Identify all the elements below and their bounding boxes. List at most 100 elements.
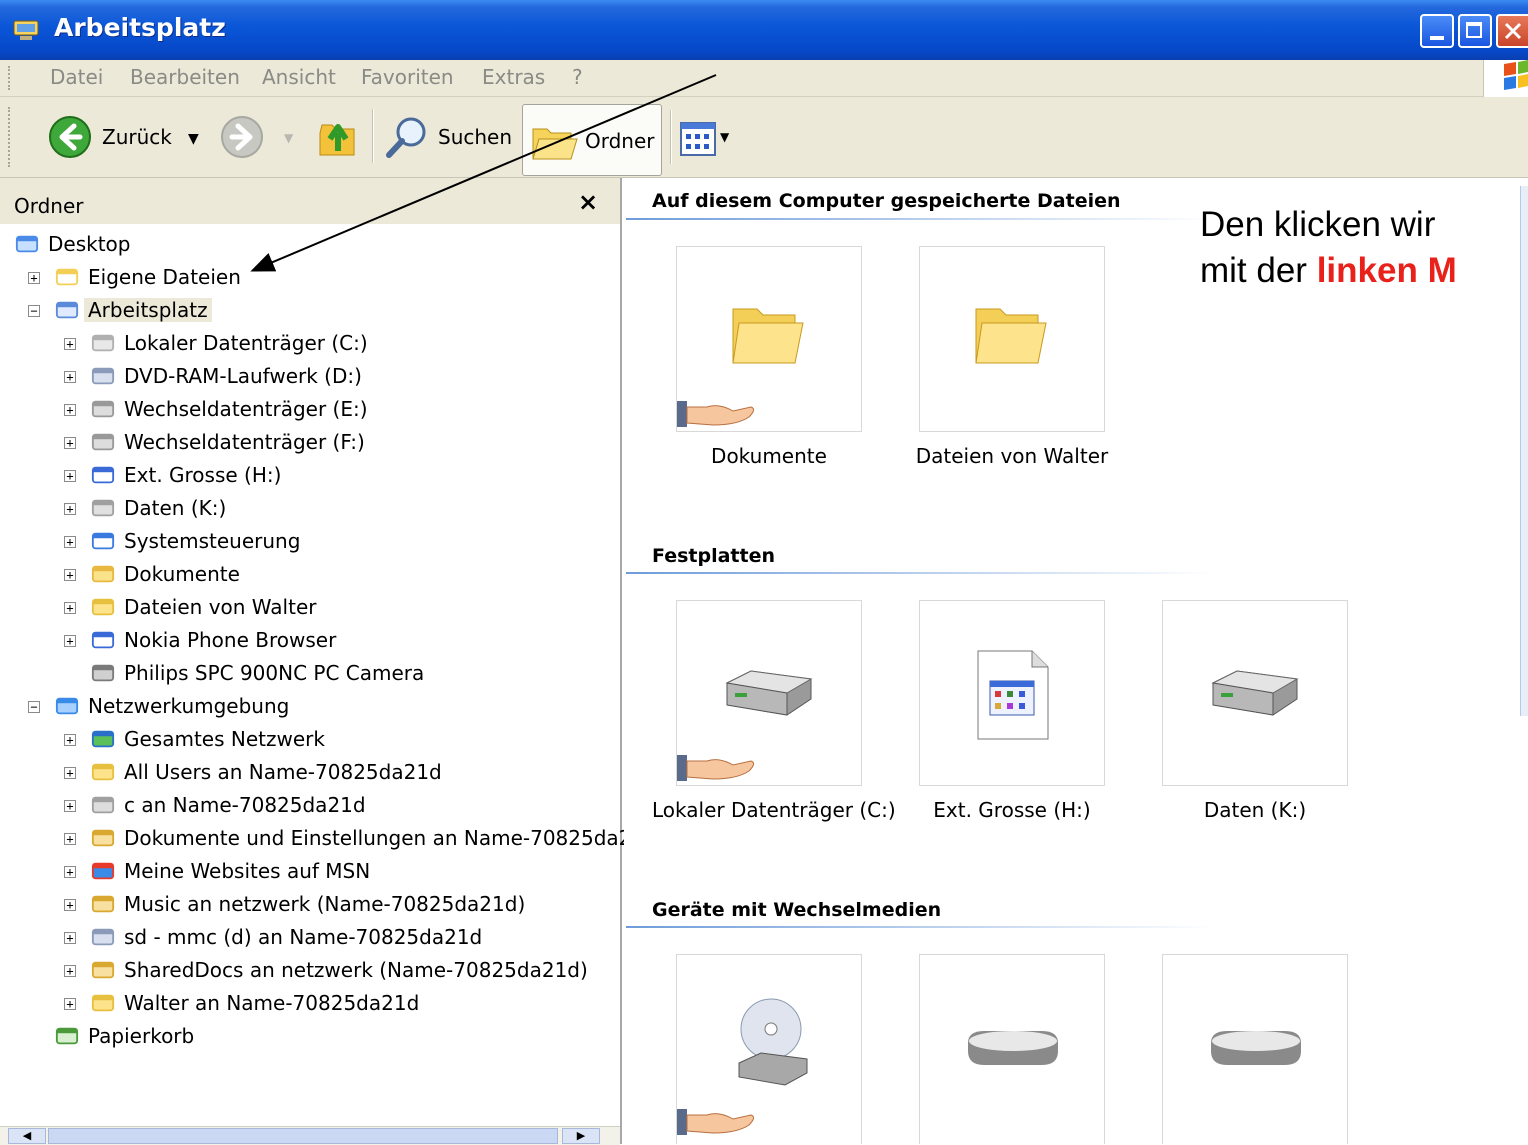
collapse-icon[interactable]: − (28, 305, 40, 317)
expand-icon[interactable]: + (64, 503, 76, 515)
tree-item[interactable]: + Dateien von Walter (0, 593, 620, 623)
tree-item[interactable]: + Wechseldatenträger (E:) (0, 395, 620, 425)
forward-dropdown-icon[interactable]: ▼ (284, 131, 293, 145)
folder-icon (91, 994, 115, 1012)
search-button[interactable]: Suchen (384, 113, 514, 163)
expand-icon[interactable]: + (64, 833, 76, 845)
tile-daten-k[interactable] (1162, 600, 1348, 786)
menu-help[interactable]: ? (572, 65, 583, 89)
menu-favoriten[interactable]: Favoriten (361, 65, 454, 89)
collapse-icon[interactable]: − (28, 701, 40, 713)
expand-icon[interactable]: + (64, 866, 76, 878)
tree-item[interactable]: + SharedDocs an netzwerk (Name-70825da21d… (0, 956, 620, 986)
back-dropdown-icon[interactable]: ▼ (188, 131, 199, 147)
tree-item-label: Dateien von Walter (124, 595, 317, 619)
scroll-thumb[interactable] (48, 1128, 558, 1144)
expand-icon[interactable]: + (64, 734, 76, 746)
expand-icon[interactable]: + (64, 470, 76, 482)
tree-item[interactable]: Philips SPC 900NC PC Camera (0, 659, 620, 689)
expand-icon[interactable]: + (64, 767, 76, 779)
tree-item-label: Dokumente und Einstellungen an Name-7082… (124, 826, 657, 850)
tree-item[interactable]: + Systemsteuerung (0, 527, 620, 557)
tree-item[interactable]: + Wechseldatenträger (F:) (0, 428, 620, 458)
minimize-button[interactable] (1420, 14, 1454, 48)
removable-drive-icon (91, 400, 115, 418)
maximize-button[interactable] (1458, 14, 1492, 48)
toolbar-grip[interactable] (8, 66, 13, 90)
up-folder-icon[interactable] (316, 115, 360, 159)
tree-item-label: sd - mmc (d) an Name-70825da21d (124, 925, 483, 949)
tree-item[interactable]: + c an Name-70825da21d (0, 791, 620, 821)
scroll-right-button[interactable]: ▶ (562, 1128, 600, 1144)
tile-cd-drive[interactable] (676, 954, 862, 1144)
toolbar-grip[interactable] (8, 107, 13, 167)
removable-drive-icon (91, 433, 115, 451)
expand-icon[interactable]: + (64, 602, 76, 614)
expand-icon[interactable]: + (64, 437, 76, 449)
tree-item-label: Dokumente (124, 562, 240, 586)
tree-item[interactable]: + Nokia Phone Browser (0, 626, 620, 656)
expand-icon[interactable]: + (64, 536, 76, 548)
folders-label: Ordner (585, 129, 655, 153)
expand-icon[interactable]: + (64, 899, 76, 911)
folders-button[interactable]: Ordner (522, 104, 662, 176)
app-window-icon (91, 466, 115, 484)
tile-removable-e[interactable] (919, 954, 1105, 1144)
recycle-bin-icon (55, 1027, 79, 1045)
globe-icon (91, 730, 115, 748)
tile-removable-f[interactable] (1162, 954, 1348, 1144)
tree-item[interactable]: + All Users an Name-70825da21d (0, 758, 620, 788)
tree-item[interactable]: + Meine Websites auf MSN (0, 857, 620, 887)
expand-icon[interactable]: + (64, 635, 76, 647)
expand-icon[interactable]: + (64, 404, 76, 416)
tile-local-disk-c[interactable] (676, 600, 862, 786)
tree-item[interactable]: + Dokumente (0, 560, 620, 590)
expand-icon[interactable]: + (28, 272, 40, 284)
tile-ext-grosse-h[interactable] (919, 600, 1105, 786)
forward-button[interactable]: ▼ (220, 115, 300, 161)
expand-icon[interactable]: + (64, 338, 76, 350)
tree-item[interactable]: Papierkorb (0, 1022, 620, 1052)
vertical-scrollbar[interactable] (1520, 186, 1528, 716)
back-button[interactable]: Zurück ▼ (48, 115, 208, 161)
menu-extras[interactable]: Extras (482, 65, 545, 89)
menu-ansicht[interactable]: Ansicht (262, 65, 336, 89)
tree-item-label: Arbeitsplatz (84, 298, 212, 322)
expand-icon[interactable]: + (64, 371, 76, 383)
group-title: Auf diesem Computer gespeicherte Dateien (652, 190, 1121, 212)
tile-dokumente[interactable] (676, 246, 862, 432)
expand-icon[interactable]: + (64, 569, 76, 581)
folder-pane-close-button[interactable]: × (578, 188, 598, 216)
expand-icon[interactable]: + (64, 932, 76, 944)
tree-item[interactable]: + Walter an Name-70825da21d (0, 989, 620, 1019)
close-button[interactable] (1496, 14, 1528, 48)
tree-item[interactable]: + Ext. Grosse (H:) (0, 461, 620, 491)
tile-dateien-von-walter[interactable] (919, 246, 1105, 432)
tree-item[interactable]: + DVD-RAM-Laufwerk (D:) (0, 362, 620, 392)
tree-item[interactable]: Desktop (0, 230, 620, 260)
tile-label: Lokaler Datenträger (C:) (652, 798, 896, 822)
my-documents-icon (55, 268, 79, 286)
scroll-left-button[interactable]: ◀ (8, 1128, 46, 1144)
tree-item[interactable]: + Music an netzwerk (Name-70825da21d) (0, 890, 620, 920)
horizontal-scrollbar[interactable]: ◀ ▶ (0, 1126, 620, 1145)
tree-item[interactable]: − Netzwerkumgebung (0, 692, 620, 722)
tile-label: Ext. Grosse (H:) (933, 798, 1091, 822)
views-button[interactable]: ▼ (680, 118, 750, 162)
tree-item[interactable]: − Arbeitsplatz (0, 296, 620, 326)
tree-item[interactable]: + Eigene Dateien (0, 263, 620, 293)
expand-icon[interactable]: + (64, 800, 76, 812)
menu-datei[interactable]: Datei (50, 65, 103, 89)
menu-bearbeiten[interactable]: Bearbeiten (130, 65, 240, 89)
hard-drive-icon (1211, 670, 1299, 716)
views-dropdown-icon[interactable]: ▼ (720, 130, 729, 144)
tree-item[interactable]: + Daten (K:) (0, 494, 620, 524)
tree-item-label: Systemsteuerung (124, 529, 301, 553)
tree-item-label: SharedDocs an netzwerk (Name-70825da21d) (124, 958, 588, 982)
tree-item[interactable]: + Gesamtes Netzwerk (0, 725, 620, 755)
expand-icon[interactable]: + (64, 965, 76, 977)
tree-item[interactable]: + Dokumente und Einstellungen an Name-708… (0, 824, 657, 854)
tree-item[interactable]: + sd - mmc (d) an Name-70825da21d (0, 923, 620, 953)
expand-icon[interactable]: + (64, 998, 76, 1010)
tree-item[interactable]: + Lokaler Datenträger (C:) (0, 329, 620, 359)
